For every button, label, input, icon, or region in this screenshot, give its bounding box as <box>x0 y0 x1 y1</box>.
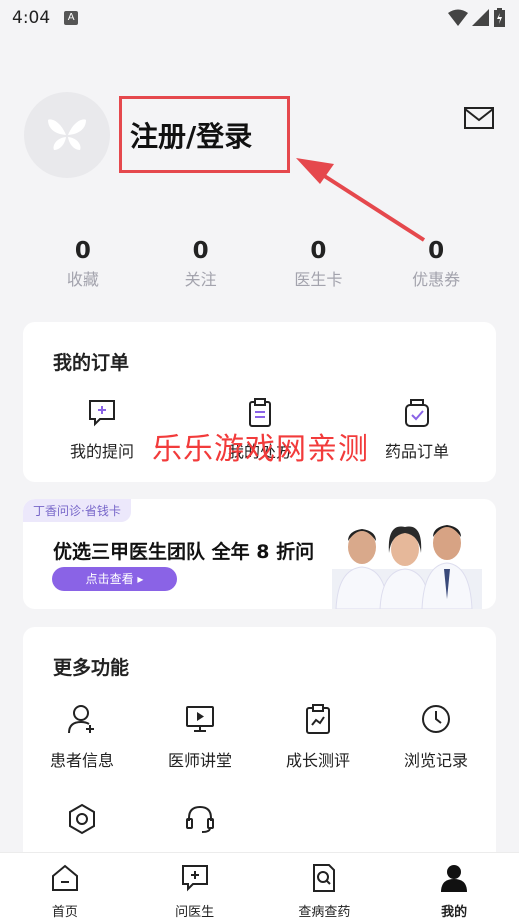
stat-label: 收藏 <box>66 270 99 289</box>
tab-label: 首页 <box>51 905 78 920</box>
avatar[interactable] <box>24 92 110 178</box>
doctors-illustration <box>332 525 482 609</box>
order-item-label: 药品订单 <box>384 442 449 461</box>
stat-favorites[interactable]: 0 收藏 <box>24 238 142 290</box>
feature-lectures[interactable]: 医师讲堂 <box>145 703 255 771</box>
headset-icon <box>186 805 214 833</box>
banner-tag: 丁香问诊·省钱卡 <box>23 499 131 522</box>
feature-label: 患者信息 <box>49 751 114 770</box>
stat-value: 0 <box>310 238 327 264</box>
battery-icon <box>494 8 505 27</box>
tab-mine[interactable]: 我的 <box>389 853 519 924</box>
stat-value: 0 <box>428 238 445 264</box>
user-icon <box>441 865 468 892</box>
settings-icon <box>69 803 95 835</box>
stat-label: 关注 <box>184 270 217 289</box>
tab-home[interactable]: 首页 <box>0 853 130 924</box>
mail-icon[interactable] <box>463 104 495 132</box>
search-doc-icon <box>313 864 336 892</box>
order-item-label: 我的提问 <box>69 442 134 461</box>
more-functions-card: 更多功能 患者信息 医师讲堂 成长测评 浏览记录 <box>23 627 496 887</box>
stat-value: 0 <box>192 238 209 264</box>
stat-value: 0 <box>74 238 91 264</box>
stat-label: 优惠券 <box>412 270 461 289</box>
tab-ask-doctor[interactable]: 问医生 <box>130 853 260 924</box>
chat-plus-icon <box>181 865 208 892</box>
login-label: 注册/登录 <box>130 119 253 153</box>
feature-history[interactable]: 浏览记录 <box>381 703 491 771</box>
banner-title: 优选三甲医生团队 全年 8 折问 <box>53 541 315 563</box>
clock-icon <box>422 705 450 733</box>
stat-following[interactable]: 0 关注 <box>142 238 260 290</box>
orders-title: 我的订单 <box>53 352 130 374</box>
more-title: 更多功能 <box>53 657 130 679</box>
signal-icon <box>472 8 489 26</box>
tab-label: 问医生 <box>175 905 215 920</box>
stat-label: 医生卡 <box>294 270 343 289</box>
bottom-tab-bar: 首页 问医生 查病查药 我的 <box>0 852 519 924</box>
order-item-questions[interactable]: 我的提问 <box>52 398 152 462</box>
annotation-arrow <box>296 158 426 242</box>
feature-patient-info[interactable]: 患者信息 <box>27 703 137 771</box>
medicine-jar-icon <box>405 399 429 427</box>
promo-banner[interactable]: 丁香问诊·省钱卡 优选三甲医生团队 全年 8 折问 点击查看 ▸ <box>23 499 496 609</box>
feature-growth-evaluation[interactable]: 成长测评 <box>263 703 373 771</box>
stat-coupons[interactable]: 0 优惠券 <box>377 238 495 290</box>
banner-view-button[interactable]: 点击查看 ▸ <box>52 567 177 591</box>
video-icon <box>186 706 214 732</box>
patient-icon <box>68 705 94 734</box>
login-register-button[interactable]: 注册/登录 <box>119 96 290 173</box>
status-time: 4:04 <box>12 8 51 28</box>
feature-label: 医师讲堂 <box>167 751 232 770</box>
feature-label: 成长测评 <box>285 751 350 770</box>
watermark-text: 乐乐游戏网亲测 <box>152 432 369 467</box>
chart-clipboard-icon <box>306 704 330 734</box>
home-icon <box>51 864 78 891</box>
status-icons <box>448 8 505 27</box>
stats-row: 0 收藏 0 关注 0 医生卡 0 优惠券 <box>24 238 495 290</box>
tab-search-disease[interactable]: 查病查药 <box>260 853 390 924</box>
tab-label: 我的 <box>441 905 468 920</box>
status-bar: 4:04 A <box>0 0 519 36</box>
feature-label: 浏览记录 <box>403 751 468 770</box>
butterfly-logo-icon <box>48 119 86 150</box>
notification-icon: A <box>64 11 79 25</box>
order-item-medicine[interactable]: 药品订单 <box>367 398 467 462</box>
wifi-icon <box>448 9 468 26</box>
chat-plus-icon <box>89 400 115 427</box>
tab-label: 查病查药 <box>298 905 351 920</box>
stat-doctor-card[interactable]: 0 医生卡 <box>260 238 378 290</box>
